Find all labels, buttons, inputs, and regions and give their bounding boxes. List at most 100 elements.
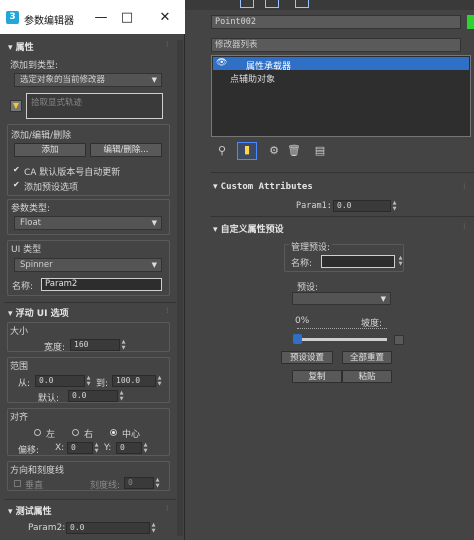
test-param2-label: Param2: [28,523,66,533]
add-button[interactable]: 添加 [14,143,86,157]
eye-icon[interactable]: 👁 [216,58,227,68]
preset-name-input[interactable] [321,255,395,268]
modifier-list-dropdown[interactable]: 修改器列表 [211,38,461,52]
object-name-field[interactable]: Point002 [211,15,461,29]
name-input[interactable]: Param2 [41,278,162,291]
slope-slider-track[interactable] [297,338,387,341]
pin-stack-icon[interactable]: ⚲ [215,144,229,158]
add-preset-checkbox[interactable]: ✔ [13,181,21,189]
set-preset-button[interactable]: 预设设置 [281,351,333,364]
test-param2-spinner[interactable]: 0.0 [66,522,150,534]
collapse-icon: ▾ [213,182,221,192]
add-preset-label: 添加预设选项 [24,183,79,193]
align-right-radio[interactable] [72,429,79,436]
slope-slider-end-button[interactable] [394,335,404,345]
reset-all-button[interactable]: 全部重置 [342,351,392,364]
spinner-arrows-icon[interactable]: ▲ ▼ [157,375,162,387]
y-label: Y: [104,443,112,453]
stack-item-point-helper[interactable]: 点辅助对象 [230,72,275,85]
minimize-button[interactable]: — [92,9,110,27]
attributes-rollout-header[interactable]: ▾ 属性 [8,40,34,53]
chevron-down-icon: ▼ [380,295,386,303]
close-button[interactable]: ✕ [156,9,174,27]
x-label: X: [55,443,65,453]
spinner-arrows-icon[interactable]: ▲ ▼ [392,200,397,212]
ui-type-dropdown[interactable]: Spinner ▼ [14,258,162,272]
align-left-radio[interactable] [34,429,41,436]
vertical-checkbox[interactable] [14,480,21,487]
preset-dropdown[interactable]: ▼ [292,292,391,305]
dialog-title: 参数编辑器 [24,16,74,27]
spinner-arrows-icon[interactable]: ▲ ▼ [119,390,124,402]
ticks-label: 刻度线: [90,481,121,491]
make-unique-icon[interactable]: ⚙ [267,144,281,158]
width-label: 宽度: [44,343,66,353]
stack-item-attribute-holder[interactable]: 属性承载器 [246,59,291,72]
custom-attributes-header-label: Custom Attributes [220,182,313,192]
align-right-label: 右 [84,430,94,440]
drag-handle-icon[interactable]: ⁞ [463,222,466,231]
offset-y-spinner[interactable]: 0 [116,442,142,454]
spinner-arrows-icon[interactable]: ▲ ▼ [398,255,403,267]
app-logo-icon: 3 [6,11,19,24]
edit-delete-button[interactable]: 编辑/删除... [90,143,162,157]
to-spinner[interactable]: 100.0 [112,375,156,387]
dialog-titlebar[interactable]: 3 参数编辑器 — □ ✕ [0,0,185,34]
add-edit-delete-label: 添加/编辑/删除 [11,128,74,141]
test-attr-rollout-header[interactable]: ▾ 测试属性 [8,504,52,517]
spinner-arrows-icon[interactable]: ▲ ▼ [121,339,126,351]
drag-handle-icon[interactable]: ⁞ [166,306,169,315]
offset-label: 偏移: [18,446,40,456]
custom-preset-rollout-header[interactable]: ▾ 自定义属性预设 [213,222,284,236]
configure-sets-icon[interactable]: ▤ [313,144,327,158]
hierarchy-tab-icon[interactable] [265,0,279,8]
param-type-dropdown[interactable]: Float ▼ [14,216,162,230]
modify-tab-icon[interactable] [240,0,254,8]
size-label: 大小 [10,324,31,337]
spinner-arrows-icon[interactable]: ▲ ▼ [155,477,160,489]
orientation-label: 方向和刻度线 [10,463,67,476]
maximize-button[interactable]: □ [118,9,136,27]
dialog-scrollbar[interactable] [177,40,183,536]
float-ui-rollout-header[interactable]: ▾ 浮动 UI 选项 [8,306,69,319]
modifier-stack[interactable]: 👁 属性承载器 点辅助对象 [211,55,471,137]
manage-presets-label: 管理预设: [289,240,333,253]
spinner-arrows-icon[interactable]: ▲ ▼ [151,522,156,534]
trash-icon[interactable]: 🗑 [287,144,301,158]
paste-button[interactable]: 粘贴 [342,370,392,383]
align-center-radio[interactable] [110,429,117,436]
param1-label: Param1: [296,201,332,211]
param1-spinner[interactable]: 0.0 [333,200,391,212]
range-label: 范围 [10,359,31,372]
pick-track-field[interactable]: 拾取显式轨迹 [26,93,163,119]
motion-tab-icon[interactable] [295,0,309,8]
vertical-label: 垂直 [25,481,44,491]
ca-auto-update-label: CA 默认版本号自动更新 [24,168,121,178]
custom-attributes-rollout-header[interactable]: ▾ Custom Attributes [213,182,313,196]
add-to-type-dropdown[interactable]: 选定对象的当前修改器 ▼ [14,73,162,87]
modify-panel: Point002 修改器列表 👁 属性承载器 点辅助对象 ⚲ ▮ ⚙ 🗑 ▤ ▾… [185,0,474,540]
float-ui-header-label: 浮动 UI 选项 [15,309,69,319]
drag-handle-icon[interactable]: ⁞ [463,182,466,191]
spinner-arrows-icon[interactable]: ▲ ▼ [86,375,91,387]
filter-icon[interactable]: ▼ [10,100,22,112]
offset-x-spinner[interactable]: 0 [67,442,93,454]
rollout-divider [4,499,176,500]
from-label: 从: [18,379,31,389]
show-end-result-icon[interactable]: ▮ [237,142,257,160]
ui-type-label: UI 类型 [11,242,44,255]
ca-auto-update-checkbox[interactable]: ✔ [13,166,21,174]
copy-button[interactable]: 复制 [292,370,342,383]
drag-handle-icon[interactable]: ⁞ [166,40,169,49]
default-spinner[interactable]: 0.0 [68,390,118,402]
spinner-arrows-icon[interactable]: ▲ ▼ [94,442,99,454]
align-left-label: 左 [46,430,56,440]
object-color-swatch[interactable] [467,15,474,29]
drag-handle-icon[interactable]: ⁞ [166,504,169,513]
slope-slider-handle[interactable] [293,334,302,344]
ticks-spinner[interactable]: 0 [124,477,154,489]
from-spinner[interactable]: 0.0 [35,375,85,387]
spinner-arrows-icon[interactable]: ▲ ▼ [143,442,148,454]
add-to-type-label: 添加到类型: [10,61,59,71]
width-spinner[interactable]: 160 [70,339,120,351]
